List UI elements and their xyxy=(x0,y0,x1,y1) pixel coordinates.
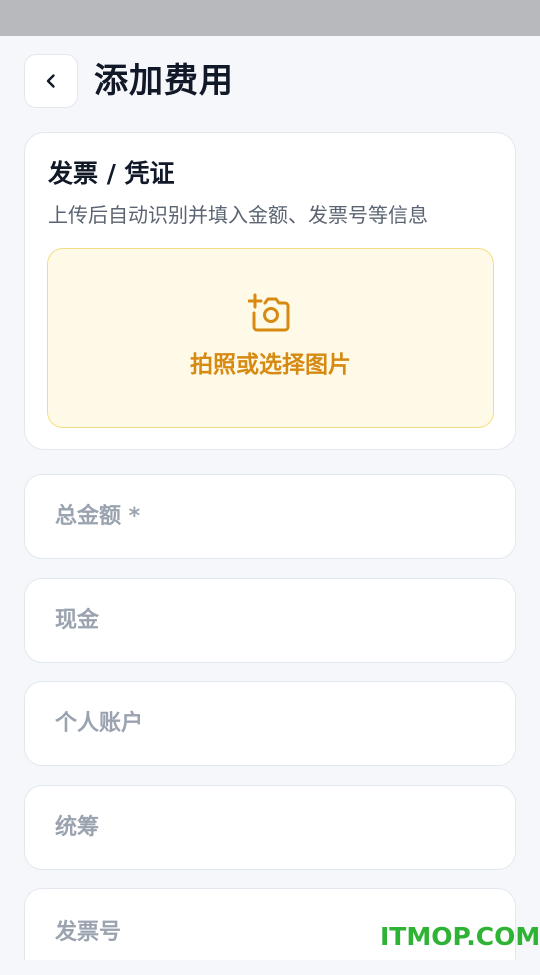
pooled-fund-field[interactable] xyxy=(24,785,516,870)
header: 添加费用 xyxy=(0,36,540,126)
page-title: 添加费用 xyxy=(94,61,234,101)
cash-field[interactable] xyxy=(24,578,516,663)
personal-account-field[interactable] xyxy=(24,681,516,766)
chevron-left-icon xyxy=(46,74,55,88)
back-button[interactable] xyxy=(24,54,78,108)
total-amount-input[interactable] xyxy=(55,475,485,558)
personal-account-input[interactable] xyxy=(55,682,485,765)
status-bar xyxy=(0,0,540,36)
pooled-fund-input[interactable] xyxy=(55,786,485,869)
watermark: ITMOP.COM xyxy=(380,922,540,951)
upload-zone[interactable]: 拍照或选择图片 xyxy=(47,248,494,428)
upload-label: 拍照或选择图片 xyxy=(190,352,351,378)
invoice-card-subtitle: 上传后自动识别并填入金额、发票号等信息 xyxy=(48,203,428,227)
invoice-card: 发票 / 凭证 上传后自动识别并填入金额、发票号等信息 拍照或选择图片 xyxy=(24,132,516,450)
cash-input[interactable] xyxy=(55,579,485,662)
invoice-card-title: 发票 / 凭证 xyxy=(48,159,175,188)
total-amount-field[interactable] xyxy=(24,474,516,559)
camera-plus-icon xyxy=(248,293,290,332)
